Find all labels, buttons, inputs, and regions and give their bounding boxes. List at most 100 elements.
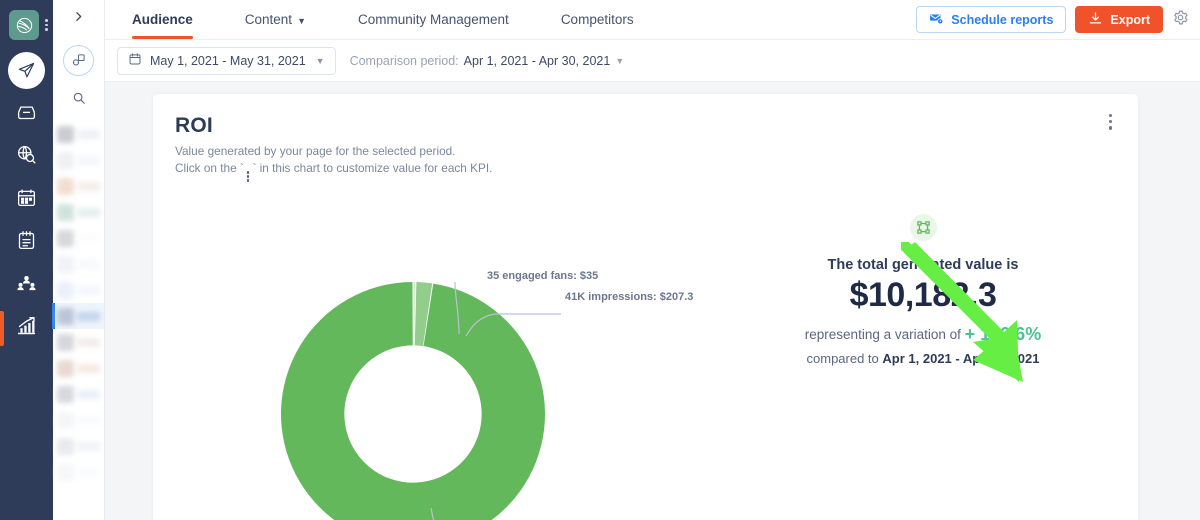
analytics-tabs[interactable]: Audience Content ▼ Community Management Comp… (132, 0, 660, 39)
sidebar-item-community[interactable] (0, 264, 53, 307)
paper-plane-icon (8, 52, 45, 89)
account-avatar (57, 255, 74, 273)
account-list-item[interactable] (53, 199, 104, 225)
account-list-item[interactable] (53, 355, 104, 381)
download-icon (1088, 11, 1103, 29)
account-avatar (57, 307, 74, 325)
roi-donut-chart: 35 engaged fans: $35 41K impressions: $2… (163, 164, 693, 520)
roi-subtitle-line-1: Value generated by your page for the sel… (175, 144, 456, 158)
account-name-blurred (77, 363, 100, 373)
sidebar-item-calendar[interactable] (0, 178, 53, 221)
account-list-item[interactable] (52, 303, 104, 329)
tab-label: Community Management (357, 12, 509, 27)
manage-accounts-button[interactable] (53, 38, 104, 82)
gear-icon (1172, 9, 1189, 31)
settings-button[interactable] (1172, 9, 1189, 31)
sidebar-item-analytics[interactable] (0, 307, 53, 350)
rail-kebab-icon[interactable] (45, 19, 48, 31)
account-list-item[interactable] (53, 459, 104, 485)
comparison-period-selector[interactable]: Comparison period: Apr 1, 2021 - Apr 30,… (350, 54, 625, 68)
sidebar-item-listening[interactable] (0, 135, 53, 178)
account-avatar (57, 203, 74, 221)
inbox-tray-icon (16, 101, 37, 127)
calendar-icon (16, 187, 37, 213)
donut-slices (281, 282, 545, 520)
mail-clock-icon (929, 11, 944, 29)
brand-logo-icon[interactable] (9, 10, 39, 40)
account-avatar (57, 281, 74, 299)
main-region: Audience Content ▼ Community Management Comp… (105, 0, 1200, 520)
account-name-blurred (77, 129, 100, 139)
account-list-item[interactable] (53, 251, 104, 277)
account-name-blurred (77, 181, 100, 191)
tab-label: Audience (132, 12, 193, 27)
account-avatar (57, 229, 74, 247)
account-name-blurred (77, 233, 100, 243)
account-name-blurred (77, 285, 100, 295)
date-range-picker[interactable]: May 1, 2021 - May 31, 2021 ▼ (117, 46, 336, 75)
app-root: Audience Content ▼ Community Management Comp… (0, 0, 1200, 520)
account-name-blurred (77, 337, 100, 347)
tab-community-management[interactable]: Community Management (332, 0, 535, 39)
search-icon (72, 91, 86, 110)
resize-frame-icon (909, 214, 937, 241)
chevron-down-icon: ▼ (615, 55, 625, 66)
donut-slice-link-clicks[interactable] (281, 282, 545, 520)
tab-audience[interactable]: Audience (132, 0, 219, 39)
account-name-blurred (77, 259, 100, 269)
top-actions: Schedule reports Export (916, 6, 1200, 33)
account-list-item[interactable] (53, 381, 104, 407)
chevron-down-icon: ▼ (315, 55, 325, 66)
account-list-item[interactable] (53, 225, 104, 251)
dashboard-canvas: ROI Value generated by your page for the… (105, 82, 1200, 520)
tab-competitors[interactable]: Competitors (535, 0, 660, 39)
roi-variation-value: + 140.6% (964, 324, 1042, 344)
accounts-list[interactable] (52, 118, 104, 485)
roi-variation-line: representing a variation of + 140.6% (713, 324, 1133, 345)
roi-summary-lead: The total generated value is (827, 257, 1019, 273)
account-name-blurred (77, 155, 100, 165)
export-label: Export (1110, 12, 1150, 27)
roi-total-value: $10,182.3 (849, 276, 997, 314)
account-name-blurred (77, 467, 100, 477)
account-list-item[interactable] (53, 147, 104, 173)
account-name-blurred (77, 389, 100, 399)
roi-card-menu-button[interactable] (1108, 114, 1112, 130)
date-range-value: May 1, 2021 - May 31, 2021 (150, 53, 306, 68)
sidebar-item-inbox[interactable] (0, 92, 53, 135)
account-list-item[interactable] (53, 407, 104, 433)
account-avatar (57, 437, 74, 455)
roi-compared-range: Apr 1, 2021 - Apr 30, 2021 (882, 351, 1040, 366)
people-group-icon (16, 273, 37, 299)
account-avatar (57, 333, 74, 351)
sidebar-item-publish[interactable] (0, 49, 53, 92)
panel-expand-button[interactable] (53, 0, 104, 38)
account-list-item[interactable] (53, 277, 104, 303)
top-navigation-bar: Audience Content ▼ Community Management Comp… (105, 0, 1200, 40)
sidebar-item-reports[interactable] (0, 221, 53, 264)
account-avatar (57, 125, 74, 143)
left-icon-rail (0, 0, 53, 520)
accounts-search-button[interactable] (53, 82, 104, 118)
date-controls-row: May 1, 2021 - May 31, 2021 ▼ Comparison … (105, 40, 1200, 82)
rail-header (0, 0, 53, 40)
account-list-item[interactable] (53, 121, 104, 147)
tab-label: Competitors (560, 12, 634, 27)
account-avatar (57, 463, 74, 481)
bar-chart-trend-icon (16, 316, 37, 342)
account-list-item[interactable] (53, 173, 104, 199)
account-list-item[interactable] (53, 433, 104, 459)
calendar-icon (128, 52, 142, 69)
schedule-reports-button[interactable]: Schedule reports (916, 6, 1067, 33)
chevron-right-icon (72, 10, 85, 28)
account-avatar (57, 359, 74, 377)
account-name-blurred (77, 311, 100, 321)
globe-search-icon (16, 144, 37, 170)
account-name-blurred (77, 415, 100, 425)
manage-accounts-icon (63, 44, 94, 76)
donut-label-engaged-fans: 35 engaged fans: $35 (487, 270, 599, 282)
export-button[interactable]: Export (1075, 6, 1163, 33)
tab-content[interactable]: Content ▼ (219, 0, 332, 39)
roi-variation-prefix: representing a variation of (804, 327, 961, 342)
account-list-item[interactable] (53, 329, 104, 355)
